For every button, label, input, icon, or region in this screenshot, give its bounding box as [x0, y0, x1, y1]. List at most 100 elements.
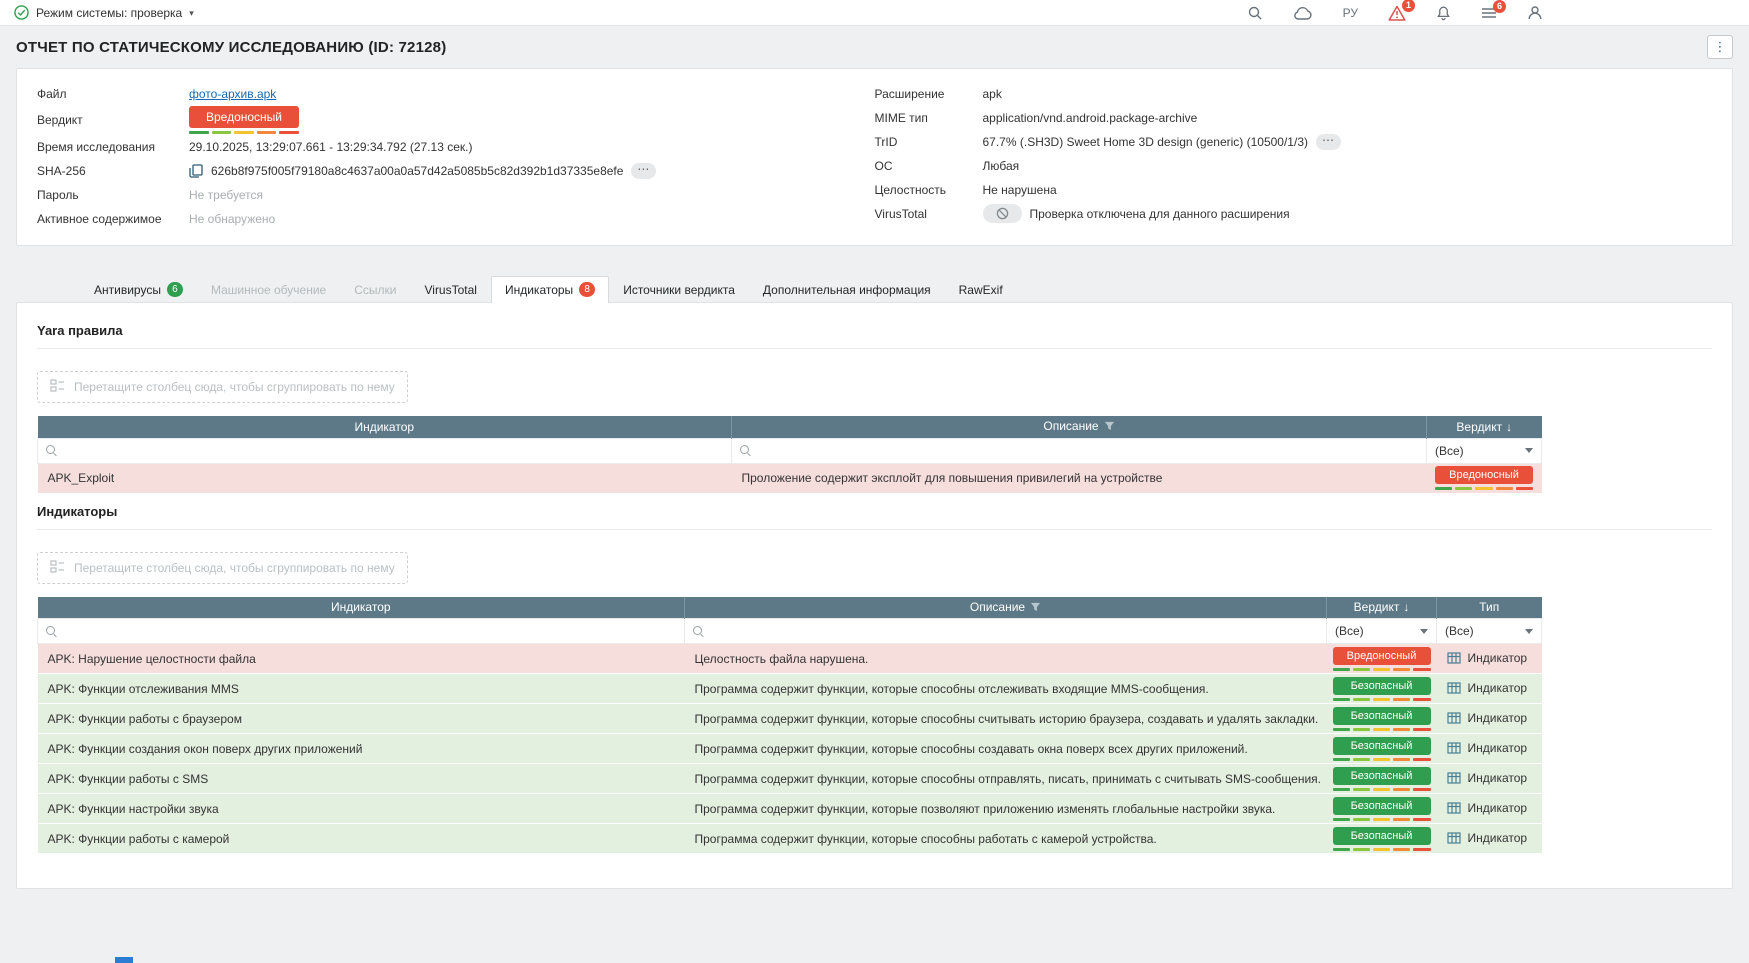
column-header-description[interactable]: Описание	[732, 416, 1427, 438]
column-header-verdict[interactable]: Вердикт↓	[1327, 597, 1437, 619]
file-link[interactable]: фото-архив.apk	[189, 87, 276, 101]
description-cell: Программа содержит функции, которые позв…	[685, 794, 1327, 824]
verdict-badge: Безопасный	[1333, 737, 1431, 755]
column-header-description[interactable]: Описание	[685, 597, 1327, 619]
info-label: Расширение	[875, 87, 983, 101]
info-row: Активное содержимоеНе обнаружено	[37, 207, 875, 230]
column-search-input[interactable]	[740, 439, 1418, 463]
tab-label: RawExif	[959, 283, 1003, 297]
indicators-tab-content: Yara правила Перетащите столбец сюда, чт…	[16, 302, 1733, 889]
header-filter-icon[interactable]	[1030, 601, 1041, 615]
verdict-cell: Безопасный	[1327, 824, 1437, 854]
table-row[interactable]: APK_ExploitПроложение содержит эксплойт …	[38, 463, 1542, 493]
column-filter-select[interactable]: (Все)	[1435, 444, 1533, 458]
column-header-indicator[interactable]: Индикатор	[38, 416, 732, 438]
sha256-value: 626b8f975f005f79180a8c4637a00a0a57d42a50…	[211, 164, 623, 178]
column-header-type[interactable]: Тип	[1437, 597, 1542, 619]
chevron-down-icon: ▾	[189, 8, 194, 19]
more-button[interactable]: ⋯	[1316, 134, 1341, 150]
column-filter-select[interactable]: (Все)	[1335, 624, 1428, 638]
column-search-input[interactable]	[693, 619, 1318, 643]
system-mode-dropdown[interactable]: Режим системы: проверка ▾	[14, 5, 194, 20]
table-row[interactable]: APK: Нарушение целостности файлаЦелостно…	[38, 644, 1542, 674]
verdict-cell: Безопасный	[1327, 674, 1437, 704]
yara-rules-table: ИндикаторОписаниеВердикт↓ (Все) APK_Exploi…	[37, 416, 1542, 494]
kebab-icon: ⋮	[1714, 39, 1727, 54]
verdict-cell: Безопасный	[1327, 794, 1437, 824]
tab-links[interactable]: Ссылки	[340, 277, 410, 303]
search-icon[interactable]	[1247, 5, 1263, 21]
tab-rawexif[interactable]: RawExif	[945, 277, 1017, 303]
tab-antivirus[interactable]: Антивирусы6	[80, 276, 197, 303]
tab-machine-learning[interactable]: Машинное обучение	[197, 277, 340, 303]
user-profile-icon[interactable]	[1527, 5, 1543, 21]
column-header-label: Вердикт	[1456, 420, 1502, 434]
table-row[interactable]: APK: Функции создания окон поверх других…	[38, 734, 1542, 764]
ellipsis-icon: ⋯	[1322, 133, 1335, 147]
column-search-input[interactable]	[46, 439, 723, 463]
file-info-card: Файлфото-архив.apkВердиктВредоносныйВрем…	[16, 68, 1733, 246]
header-filter-icon[interactable]	[1104, 420, 1115, 434]
column-filter-select[interactable]: (Все)	[1445, 624, 1533, 638]
type-cell: Индикатор	[1437, 704, 1542, 734]
indicator-cell: APK: Функции работы с камерой	[38, 824, 685, 854]
indicator-cell: APK: Функции работы с SMS	[38, 764, 685, 794]
search-icon	[46, 445, 57, 456]
indicator-cell: APK: Функции создания окон поверх других…	[38, 734, 685, 764]
info-value-text: apk	[983, 87, 1002, 101]
tab-label: Ссылки	[354, 283, 396, 297]
type-label: Индикатор	[1468, 801, 1528, 815]
yara-section-title: Yara правила	[37, 317, 1712, 349]
search-icon	[693, 626, 704, 637]
warnings-icon[interactable]: 1	[1388, 5, 1406, 21]
verdict-badge: Безопасный	[1333, 767, 1431, 785]
info-value: Не нарушена	[983, 183, 1057, 197]
info-value: application/vnd.android.package-archive	[983, 111, 1198, 125]
tab-verdict-sources[interactable]: Источники вердикта	[609, 277, 749, 303]
column-header-label: Описание	[970, 600, 1025, 614]
table-row[interactable]: APK: Функции работы с камеройПрограмма с…	[38, 824, 1542, 854]
column-header-verdict[interactable]: Вердикт↓	[1427, 416, 1542, 438]
table-row[interactable]: APK: Функции настройки звукаПрограмма со…	[38, 794, 1542, 824]
type-cell: Индикатор	[1437, 674, 1542, 704]
column-search-input[interactable]	[46, 619, 676, 643]
copy-icon[interactable]	[189, 164, 203, 178]
indicators-group-by-dropzone[interactable]: Перетащите столбец сюда, чтобы сгруппиро…	[37, 552, 408, 584]
info-row: VirusTotalПроверка отключена для данного…	[875, 202, 1713, 225]
verdict-severity-scale	[1333, 848, 1431, 851]
table-row[interactable]: APK: Функции отслеживания MMSПрограмма с…	[38, 674, 1542, 704]
verdict-badge: Вредоносный	[1435, 466, 1533, 484]
tab-label: Источники вердикта	[623, 283, 735, 297]
report-tabs: Антивирусы6Машинное обучение Ссылки VirusT…	[80, 276, 1733, 302]
language-switcher[interactable]: РУ	[1343, 6, 1358, 20]
info-value-text: Не обнаружено	[189, 212, 275, 226]
virustotal-status-text: Проверка отключена для данного расширени…	[1030, 207, 1290, 221]
notifications-bell-icon[interactable]	[1436, 5, 1451, 21]
verdict-severity-scale	[1333, 818, 1431, 821]
virustotal-disabled-pill	[983, 204, 1022, 223]
tab-indicators[interactable]: Индикаторы8	[491, 276, 609, 303]
more-button[interactable]: ⋯	[631, 163, 656, 179]
tab-additional-info[interactable]: Дополнительная информация	[749, 277, 945, 303]
chevron-down-icon	[1525, 448, 1533, 453]
indicator-cell: APK_Exploit	[38, 463, 732, 493]
yara-group-by-dropzone[interactable]: Перетащите столбец сюда, чтобы сгруппиро…	[37, 371, 408, 403]
trid-value: 67.7% (.SH3D) Sweet Home 3D design (gene…	[983, 135, 1309, 149]
page-menu-button[interactable]: ⋮	[1707, 35, 1733, 59]
column-header-indicator[interactable]: Индикатор	[38, 597, 685, 619]
ellipsis-icon: ⋯	[637, 162, 650, 176]
type-cell: Индикатор	[1437, 824, 1542, 854]
info-label: Вердикт	[37, 113, 189, 127]
info-label: Активное содержимое	[37, 212, 189, 226]
cloud-icon[interactable]	[1293, 6, 1313, 20]
indicator-type-icon	[1447, 682, 1461, 697]
tasks-queue-icon[interactable]: 6	[1481, 6, 1497, 20]
tab-virustotal[interactable]: VirusTotal	[410, 277, 490, 303]
info-value: фото-архив.apk	[189, 87, 276, 101]
table-row[interactable]: APK: Функции работы с SMSПрограмма содер…	[38, 764, 1542, 794]
verdict-badge: Безопасный	[1333, 707, 1431, 725]
table-row[interactable]: APK: Функции работы с браузеромПрограмма…	[38, 704, 1542, 734]
tab-label: VirusTotal	[424, 283, 476, 297]
group-hint-text: Перетащите столбец сюда, чтобы сгруппиро…	[74, 380, 395, 394]
tab-badge: 6	[167, 282, 183, 297]
